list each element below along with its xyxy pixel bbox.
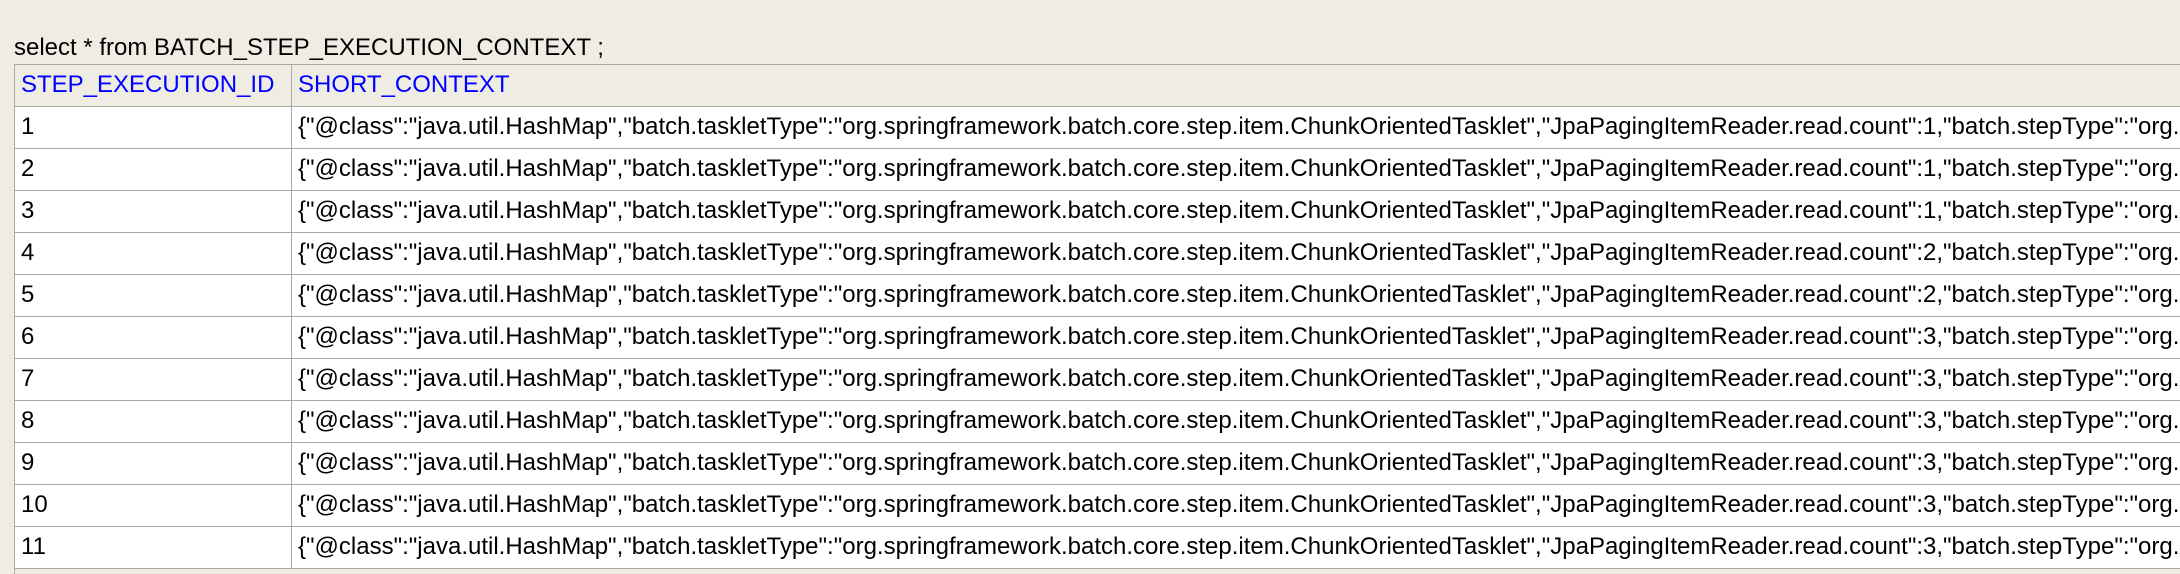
table-row: 1 {"@class":"java.util.HashMap","batch.t… [15,107,2180,149]
step-execution-id-cell: 2 [15,149,292,190]
short-context-cell: {"@class":"java.util.HashMap","batch.tas… [298,113,2180,140]
table-row: 6 {"@class":"java.util.HashMap","batch.t… [15,317,2180,359]
step-execution-id-cell: 5 [15,275,292,316]
table-row: 9 {"@class":"java.util.HashMap","batch.t… [15,443,2180,485]
step-execution-id-cell: 6 [15,317,292,358]
table-row: 8 {"@class":"java.util.HashMap","batch.t… [15,401,2180,443]
table-header-row: STEP_EXECUTION_ID SHORT_CONTEXT [15,65,2180,107]
short-context-cell: {"@class":"java.util.HashMap","batch.tas… [298,239,2180,266]
short-context-cell: {"@class":"java.util.HashMap","batch.tas… [298,281,2180,308]
step-execution-id-cell: 11 [15,527,292,568]
short-context-cell: {"@class":"java.util.HashMap","batch.tas… [298,449,2180,476]
short-context-cell: {"@class":"java.util.HashMap","batch.tas… [298,407,2180,434]
short-context-cell: {"@class":"java.util.HashMap","batch.tas… [298,155,2180,182]
step-execution-id-cell: 8 [15,401,292,442]
short-context-cell: {"@class":"java.util.HashMap","batch.tas… [298,365,2180,392]
table-row: 3 {"@class":"java.util.HashMap","batch.t… [15,191,2180,233]
column-header-short-context[interactable]: SHORT_CONTEXT [292,65,2180,106]
short-context-cell: {"@class":"java.util.HashMap","batch.tas… [298,197,2180,224]
short-context-cell: {"@class":"java.util.HashMap","batch.tas… [298,491,2180,518]
step-execution-id-cell: 3 [15,191,292,232]
sql-query-text: select * from BATCH_STEP_EXECUTION_CONTE… [14,34,604,61]
step-execution-id-cell: 1 [15,107,292,148]
short-context-cell: {"@class":"java.util.HashMap","batch.tas… [298,323,2180,350]
short-context-cell: {"@class":"java.util.HashMap","batch.tas… [298,533,2180,560]
step-execution-id-cell: 9 [15,443,292,484]
table-row: 2 {"@class":"java.util.HashMap","batch.t… [15,149,2180,191]
table-row: 10 {"@class":"java.util.HashMap","batch.… [15,485,2180,527]
table-row: 4 {"@class":"java.util.HashMap","batch.t… [15,233,2180,275]
result-table: STEP_EXECUTION_ID SHORT_CONTEXT 1 {"@cla… [14,64,2180,574]
column-header-step-execution-id[interactable]: STEP_EXECUTION_ID [15,65,292,106]
table-row: 5 {"@class":"java.util.HashMap","batch.t… [15,275,2180,317]
step-execution-id-cell: 10 [15,485,292,526]
table-row: 11 {"@class":"java.util.HashMap","batch.… [15,527,2180,569]
step-execution-id-cell: 7 [15,359,292,400]
table-row: 7 {"@class":"java.util.HashMap","batch.t… [15,359,2180,401]
step-execution-id-cell: 4 [15,233,292,274]
